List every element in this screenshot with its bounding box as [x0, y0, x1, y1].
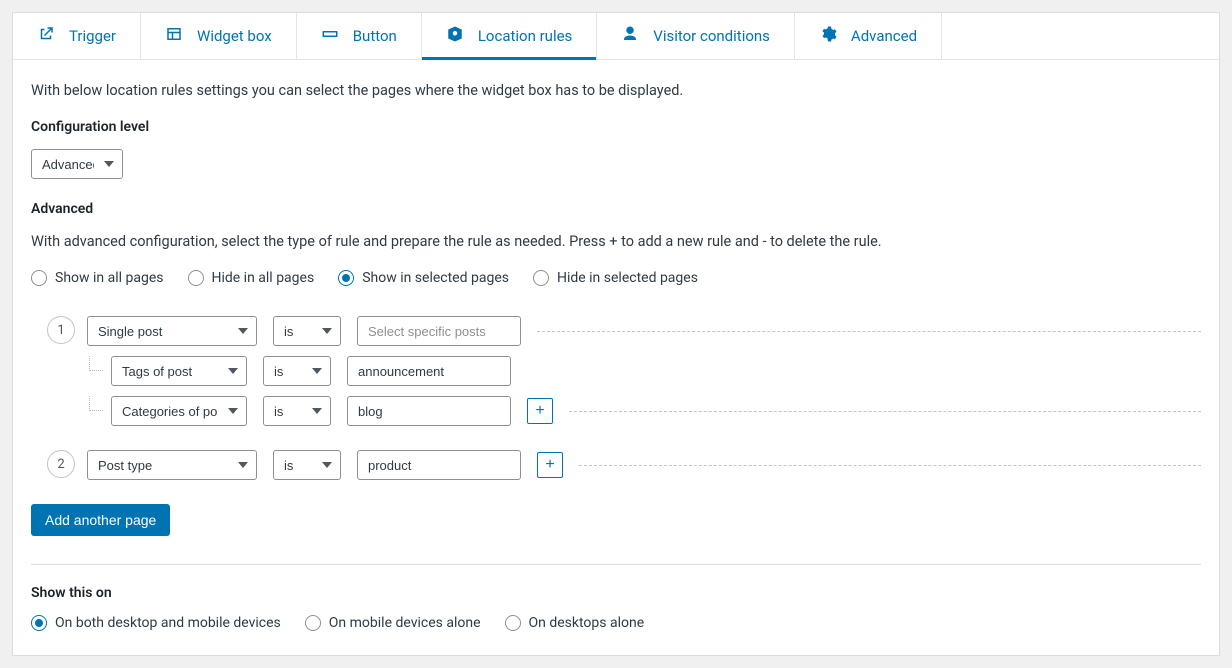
page-scope-radios: Show in all pages Hide in all pages Show… [31, 270, 1201, 286]
external-link-icon [37, 25, 55, 47]
radio-label: On mobile devices alone [329, 615, 481, 631]
tab-label: Location rules [478, 27, 572, 45]
radio-both-devices[interactable]: On both desktop and mobile devices [31, 615, 281, 631]
rule-operator-select[interactable]: is [263, 396, 331, 426]
radio-indicator [31, 615, 47, 631]
section-separator [31, 564, 1201, 565]
tab-trigger[interactable]: Trigger [13, 13, 141, 59]
rule-operator-select[interactable]: is [273, 450, 341, 480]
rule-type-select[interactable]: Categories of post [111, 396, 247, 426]
advanced-heading: Advanced [31, 201, 1201, 217]
radio-label: On both desktop and mobile devices [55, 615, 281, 631]
rule-value-input[interactable] [357, 316, 521, 346]
layout-icon [165, 25, 183, 47]
rule-operator-select[interactable]: is [263, 356, 331, 386]
radio-label: On desktops alone [529, 615, 645, 631]
rule-divider [579, 465, 1201, 466]
add-rule-button[interactable]: + [527, 398, 553, 424]
tab-location-rules[interactable]: Location rules [422, 13, 597, 59]
radio-indicator [188, 270, 204, 286]
radio-indicator [533, 270, 549, 286]
radio-hide-selected-pages[interactable]: Hide in selected pages [533, 270, 698, 286]
radio-indicator [338, 270, 354, 286]
gear-icon [819, 25, 837, 47]
rule-divider [537, 331, 1201, 332]
rules-builder: 1 Single post is Tags of post [31, 310, 1201, 536]
rule-operator-select[interactable]: is [273, 316, 341, 346]
tree-guide [89, 396, 103, 411]
radio-hide-all-pages[interactable]: Hide in all pages [188, 270, 315, 286]
tabs-bar: Trigger Widget box Button Location rules… [13, 13, 1219, 60]
show-on-radios: On both desktop and mobile devices On mo… [31, 615, 1201, 631]
add-another-page-button[interactable]: Add another page [31, 504, 170, 536]
radio-label: Hide in selected pages [557, 270, 698, 286]
radio-indicator [505, 615, 521, 631]
tab-visitor-conditions[interactable]: Visitor conditions [597, 13, 795, 59]
radio-indicator [31, 270, 47, 286]
tab-widget-box[interactable]: Widget box [141, 13, 297, 59]
radio-show-selected-pages[interactable]: Show in selected pages [338, 270, 509, 286]
rule-type-select[interactable]: Tags of post [111, 356, 247, 386]
map-pin-icon [446, 25, 464, 47]
rule-group: 2 Post type is + [31, 450, 1201, 480]
button-icon [321, 25, 339, 47]
tab-label: Visitor conditions [653, 27, 770, 45]
show-on-heading: Show this on [31, 585, 1201, 601]
add-rule-button[interactable]: + [537, 452, 563, 478]
radio-mobile-only[interactable]: On mobile devices alone [305, 615, 481, 631]
radio-desktop-only[interactable]: On desktops alone [505, 615, 645, 631]
intro-text: With below location rules settings you c… [31, 82, 1201, 99]
rule-value-input[interactable] [357, 450, 521, 480]
tab-advanced[interactable]: Advanced [795, 13, 942, 59]
tree-guide [89, 356, 103, 371]
radio-show-all-pages[interactable]: Show in all pages [31, 270, 164, 286]
rule-sub-line: Tags of post is [31, 356, 1201, 386]
tab-label: Trigger [69, 27, 116, 45]
rule-line: Post type is + [31, 450, 1201, 480]
rule-type-select[interactable]: Single post [87, 316, 257, 346]
rule-value-input[interactable] [347, 396, 511, 426]
rule-value-input[interactable] [347, 356, 511, 386]
config-level-label: Configuration level [31, 119, 1201, 135]
rule-line: Single post is [31, 316, 1201, 346]
tab-label: Button [353, 27, 397, 45]
radio-label: Show in selected pages [362, 270, 509, 286]
rule-divider [569, 411, 1201, 412]
tab-button[interactable]: Button [297, 13, 422, 59]
radio-label: Show in all pages [55, 270, 164, 286]
rule-group: 1 Single post is Tags of post [31, 316, 1201, 426]
settings-panel: Trigger Widget box Button Location rules… [12, 12, 1220, 656]
rule-type-select[interactable]: Post type [87, 450, 257, 480]
radio-label: Hide in all pages [212, 270, 315, 286]
rule-sub-line: Categories of post is + [31, 396, 1201, 426]
tab-label: Widget box [197, 27, 272, 45]
user-icon [621, 25, 639, 47]
advanced-desc: With advanced configuration, select the … [31, 233, 1201, 250]
config-level-select[interactable]: Advanced [31, 149, 123, 179]
radio-indicator [305, 615, 321, 631]
tab-label: Advanced [851, 27, 917, 45]
